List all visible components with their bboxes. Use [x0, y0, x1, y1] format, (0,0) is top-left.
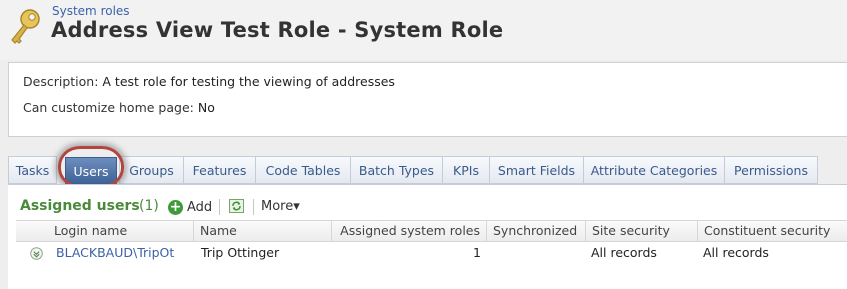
add-button[interactable]: + Add [168, 198, 212, 216]
user-name: Trip Ottinger [201, 245, 280, 260]
description-value: A test role for testing the viewing of a… [102, 74, 395, 89]
details-panel: Description: A test role for testing the … [8, 62, 847, 137]
plus-icon: + [168, 198, 183, 215]
page-title: Address View Test Role - System Role [51, 18, 504, 42]
site-security-value: All records [591, 245, 657, 260]
tab-smart-fields[interactable]: Smart Fields [489, 156, 584, 184]
column-header-assigned-roles[interactable]: Assigned system roles [331, 221, 486, 242]
add-label: Add [187, 199, 213, 215]
column-header-synchronized[interactable]: Synchronized [486, 221, 585, 242]
tab-tasks[interactable]: Tasks [8, 156, 57, 184]
tab-bar: Tasks Users Groups Features Code Tables … [8, 156, 847, 184]
home-page-row: Can customize home page: No [23, 100, 215, 115]
tab-features[interactable]: Features [183, 156, 256, 184]
table-row: BLACKBAUD\TripOt Trip Ottinger 1 All rec… [16, 242, 847, 264]
breadcrumb[interactable]: System roles [52, 4, 130, 18]
key-icon [11, 9, 40, 44]
section-count: (1) [139, 198, 159, 214]
login-name-link[interactable]: BLACKBAUD\TripOt [56, 242, 174, 264]
refresh-button[interactable] [229, 199, 244, 213]
assigned-roles-count: 1 [473, 245, 481, 260]
tab-permissions[interactable]: Permissions [724, 156, 818, 184]
home-page-label: Can customize home page: [23, 100, 194, 115]
page-header: System roles Address View Test Role - Sy… [0, 0, 847, 60]
more-button[interactable]: More▾ [261, 199, 300, 214]
toolbar-divider [219, 199, 220, 215]
constituent-security-value: All records [703, 245, 769, 260]
tab-code-tables[interactable]: Code Tables [255, 156, 351, 184]
toolbar-divider [253, 199, 254, 215]
home-page-value: No [197, 100, 215, 115]
chevron-down-icon[interactable] [30, 247, 43, 260]
tab-attribute-categories[interactable]: Attribute Categories [583, 156, 725, 184]
description-label: Description: [23, 74, 99, 89]
column-header-constituent-security[interactable]: Constituent security [697, 221, 847, 242]
refresh-icon [232, 201, 241, 211]
tab-batch-types[interactable]: Batch Types [350, 156, 443, 184]
section-title: Assigned users [20, 198, 140, 214]
column-header-site-security[interactable]: Site security [585, 221, 697, 242]
tab-groups[interactable]: Groups [119, 156, 184, 184]
tab-kpis[interactable]: KPIs [442, 156, 490, 184]
users-panel: Assigned users (1) + Add More▾ Login nam… [8, 184, 847, 289]
column-header-login-name[interactable]: Login name [48, 221, 193, 242]
column-header-name[interactable]: Name [193, 221, 331, 242]
grid-header: Login name Name Assigned system roles Sy… [16, 220, 847, 242]
description-row: Description: A test role for testing the … [23, 74, 395, 89]
tab-users[interactable]: Users [65, 157, 117, 184]
